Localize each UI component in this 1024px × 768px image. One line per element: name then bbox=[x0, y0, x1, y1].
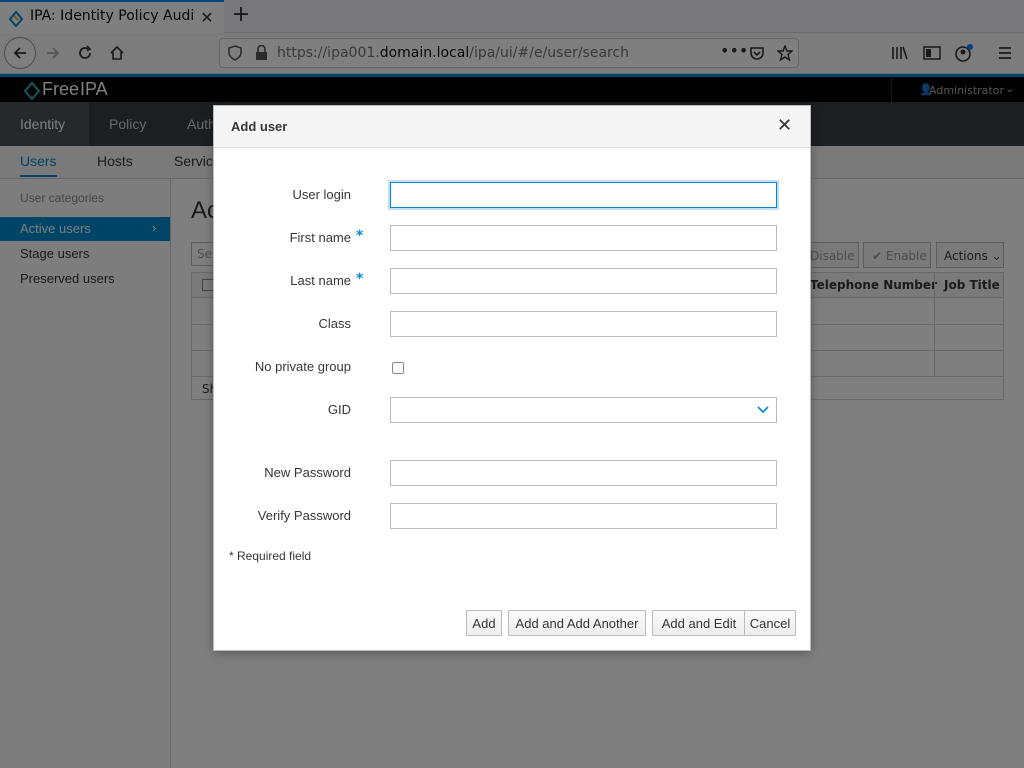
add-and-add-another-button[interactable]: Add and Add Another bbox=[508, 610, 646, 636]
required-marker: * bbox=[356, 228, 364, 244]
chevron-down-icon bbox=[757, 406, 769, 414]
new-password-input[interactable] bbox=[390, 460, 777, 486]
first-name-input[interactable] bbox=[390, 225, 777, 251]
last-name-label: Last name bbox=[290, 273, 351, 288]
new-password-label: New Password bbox=[264, 465, 351, 480]
cancel-button[interactable]: Cancel bbox=[744, 610, 796, 636]
required-marker: * bbox=[356, 271, 364, 287]
add-and-edit-button[interactable]: Add and Edit bbox=[652, 610, 746, 636]
add-user-dialog: Add user ✕ User login First name * Last … bbox=[213, 105, 811, 651]
class-input[interactable] bbox=[390, 311, 777, 337]
gid-label: GID bbox=[327, 402, 351, 417]
user-login-label: User login bbox=[292, 187, 351, 202]
no-private-group-checkbox[interactable] bbox=[392, 362, 404, 374]
add-button[interactable]: Add bbox=[466, 610, 502, 636]
first-name-label: First name bbox=[289, 230, 351, 245]
dialog-header: Add user ✕ bbox=[214, 106, 810, 148]
close-icon[interactable]: ✕ bbox=[777, 117, 792, 135]
no-private-group-label: No private group bbox=[254, 359, 351, 374]
verify-password-label: Verify Password bbox=[257, 508, 351, 523]
last-name-input[interactable] bbox=[390, 268, 777, 294]
class-label: Class bbox=[318, 316, 351, 331]
gid-select[interactable] bbox=[390, 397, 777, 423]
verify-password-input[interactable] bbox=[390, 503, 777, 529]
user-login-input[interactable] bbox=[390, 182, 777, 208]
required-field-note: * Required field bbox=[229, 549, 312, 563]
dialog-title: Add user bbox=[231, 119, 288, 134]
